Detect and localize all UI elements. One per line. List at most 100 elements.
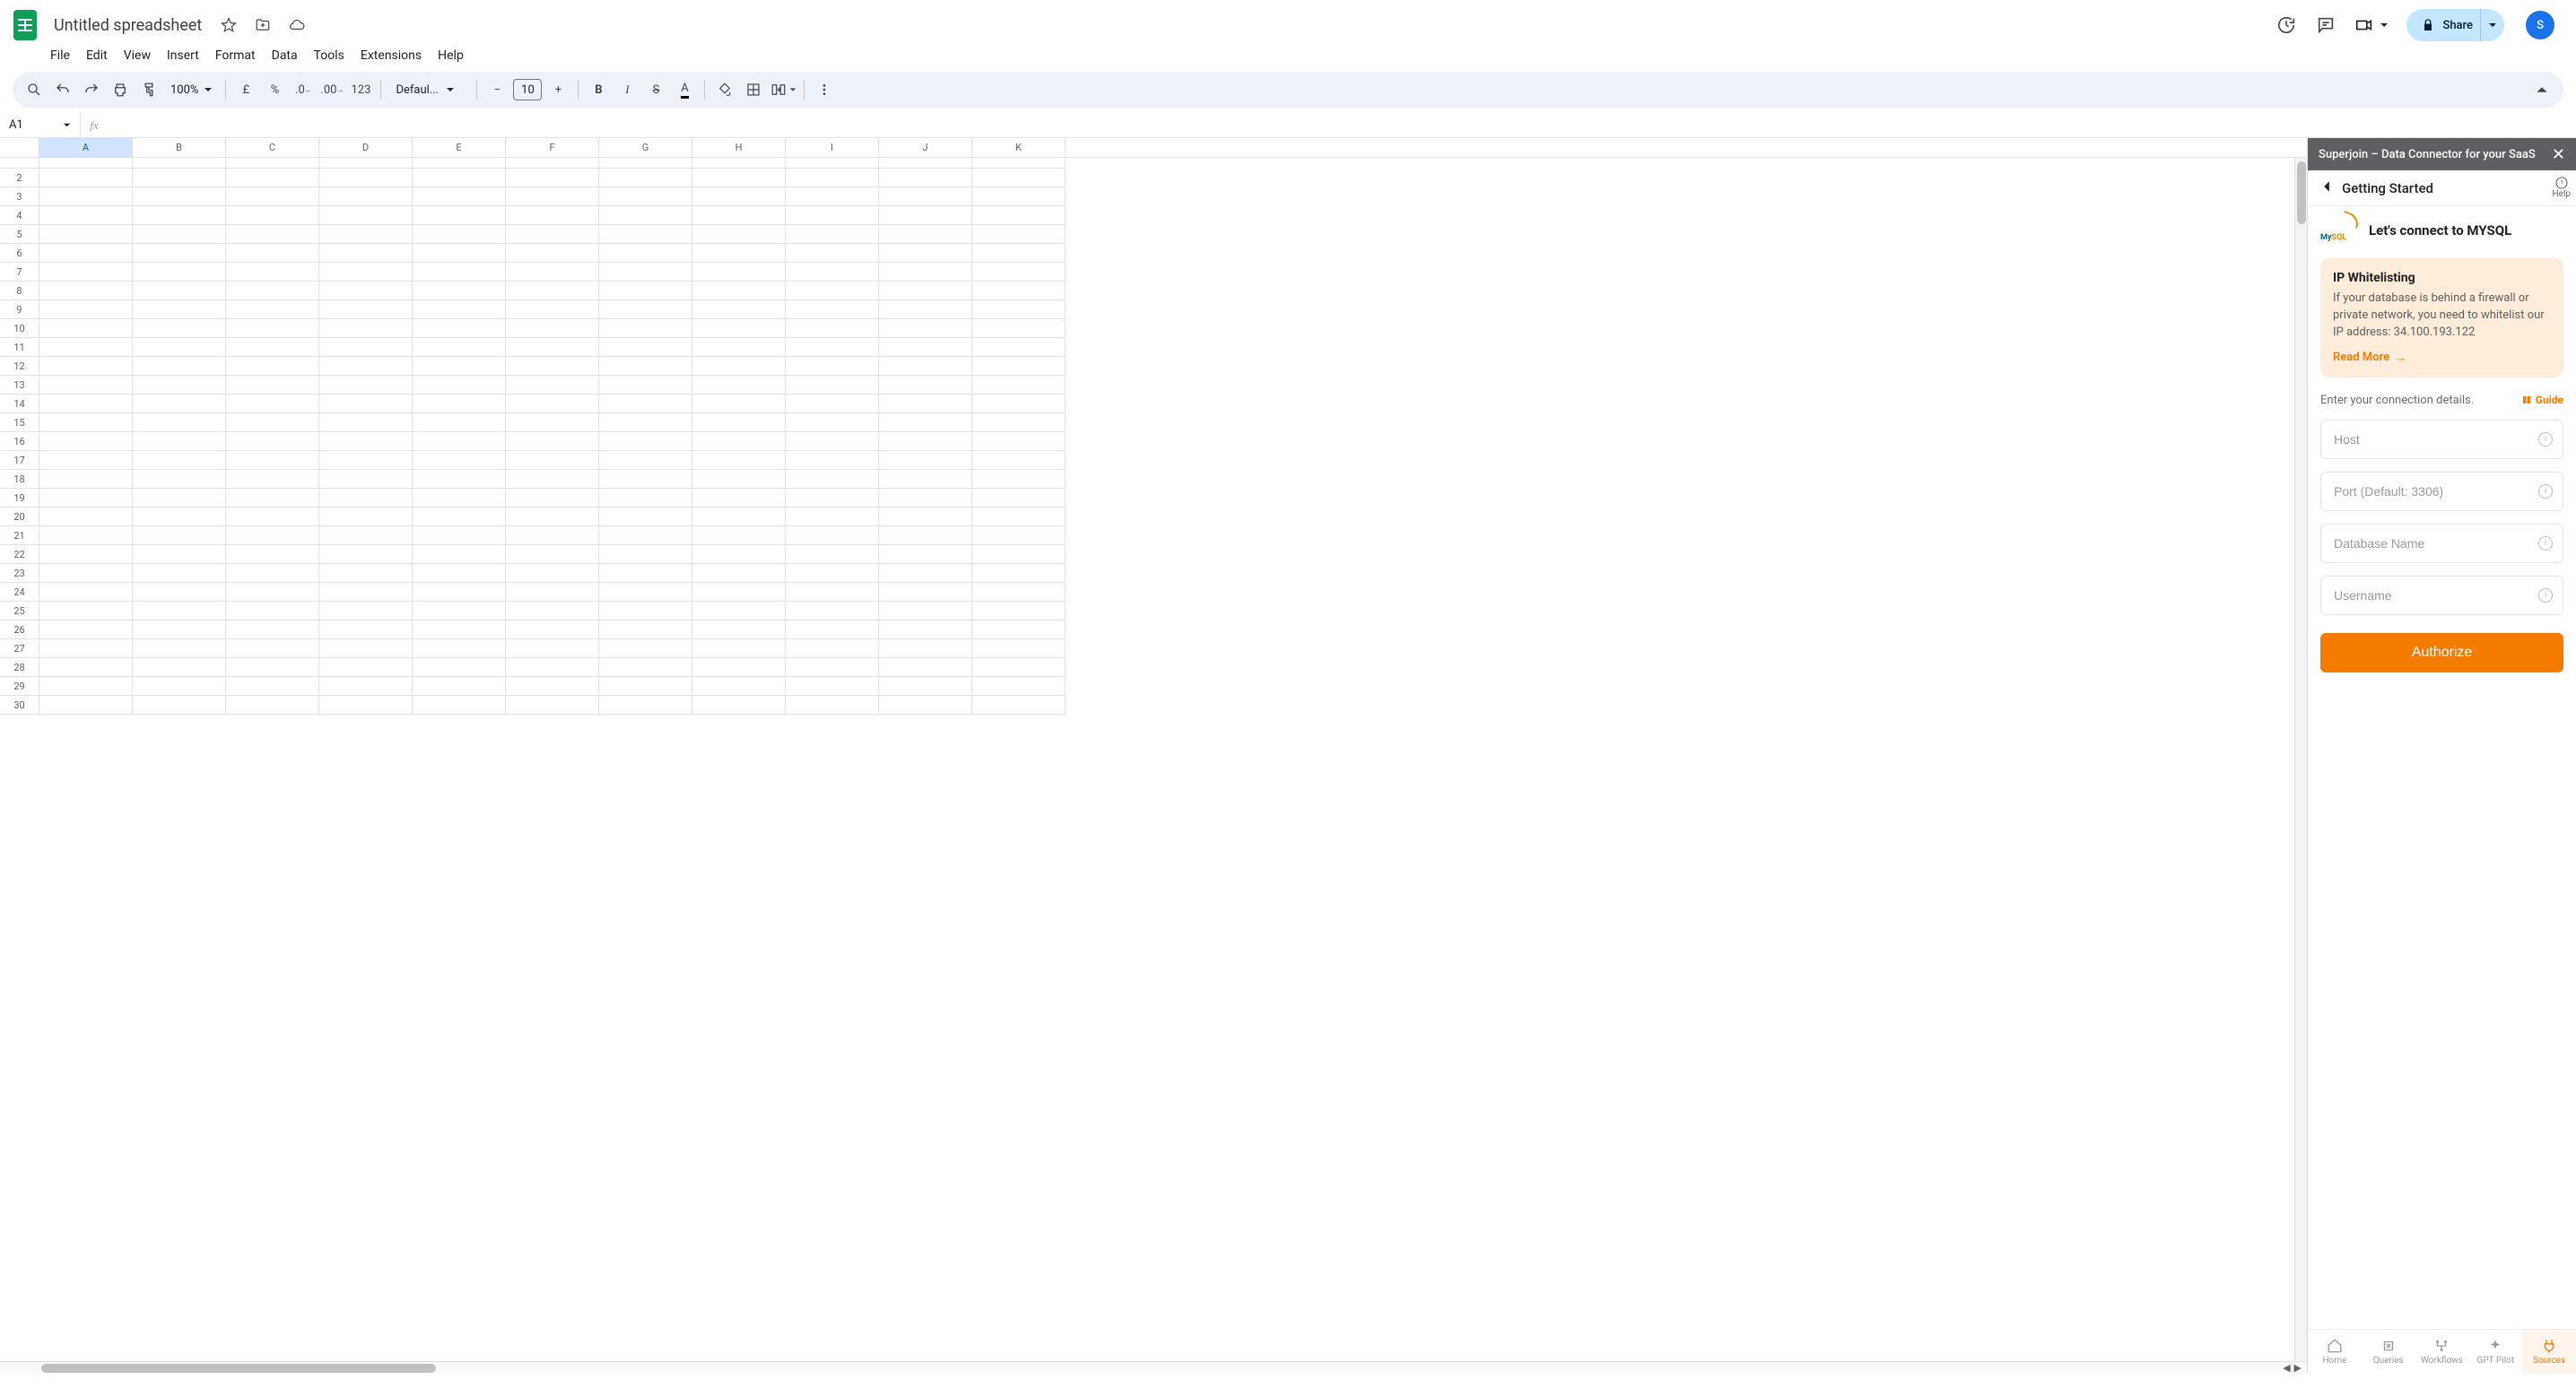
cell-C22[interactable] [226, 545, 319, 564]
cell-F27[interactable] [506, 639, 599, 658]
cell-F13[interactable] [506, 376, 599, 395]
cell-K6[interactable] [972, 244, 1066, 263]
read-more-link[interactable]: Read More → [2333, 351, 2406, 365]
cell-B2[interactable] [133, 169, 226, 187]
cell-D4[interactable] [319, 206, 413, 225]
info-icon[interactable]: i [2538, 432, 2553, 447]
increase-decimal-button[interactable]: .00→ [319, 77, 344, 102]
horizontal-scrollbar[interactable]: ◀▶ [0, 1361, 2307, 1374]
port-input[interactable] [2320, 472, 2563, 511]
cell-J4[interactable] [879, 206, 972, 225]
cell-G23[interactable] [599, 564, 692, 583]
cell-A2[interactable] [39, 169, 133, 187]
cell-J5[interactable] [879, 225, 972, 244]
cell-K4[interactable] [972, 206, 1066, 225]
cell-F28[interactable] [506, 658, 599, 677]
cell-I5[interactable] [786, 225, 879, 244]
more-formats-button[interactable]: 123 [348, 77, 373, 102]
cell-E27[interactable] [413, 639, 506, 658]
cell-D19[interactable] [319, 489, 413, 507]
cell-E6[interactable] [413, 244, 506, 263]
decrease-decimal-button[interactable]: .0← [291, 77, 316, 102]
cell-A4[interactable] [39, 206, 133, 225]
cell-I12[interactable] [786, 357, 879, 376]
cell-I2[interactable] [786, 169, 879, 187]
cell-J14[interactable] [879, 395, 972, 413]
cell-A10[interactable] [39, 319, 133, 338]
menu-format[interactable]: Format [208, 45, 263, 66]
cell-E26[interactable] [413, 620, 506, 639]
cell-G13[interactable] [599, 376, 692, 395]
back-button[interactable] [2320, 179, 2333, 196]
cell-B12[interactable] [133, 357, 226, 376]
cell-A30[interactable] [39, 696, 133, 715]
cell-I9[interactable] [786, 300, 879, 319]
cell-F6[interactable] [506, 244, 599, 263]
vertical-scrollbar[interactable] [2294, 158, 2307, 1374]
row-header-6[interactable]: 6 [0, 244, 39, 263]
cell-F2[interactable] [506, 169, 599, 187]
cell-G9[interactable] [599, 300, 692, 319]
cell-D20[interactable] [319, 507, 413, 526]
cell-A17[interactable] [39, 451, 133, 470]
cell-G24[interactable] [599, 583, 692, 602]
cell-G7[interactable] [599, 263, 692, 282]
cell-B24[interactable] [133, 583, 226, 602]
cell-H15[interactable] [692, 413, 786, 432]
col-header-B[interactable]: B [133, 138, 226, 157]
cell-I21[interactable] [786, 526, 879, 545]
doc-title[interactable]: Untitled spreadsheet [48, 14, 207, 37]
cell-I11[interactable] [786, 338, 879, 357]
username-input[interactable] [2320, 576, 2563, 615]
cell-B4[interactable] [133, 206, 226, 225]
nav-home[interactable]: Home [2308, 1330, 2362, 1374]
cell-H27[interactable] [692, 639, 786, 658]
cell-J24[interactable] [879, 583, 972, 602]
cell-I20[interactable] [786, 507, 879, 526]
cell-I26[interactable] [786, 620, 879, 639]
cell-G21[interactable] [599, 526, 692, 545]
cell-D8[interactable] [319, 282, 413, 300]
cell-C28[interactable] [226, 658, 319, 677]
cell-E24[interactable] [413, 583, 506, 602]
cell-F16[interactable] [506, 432, 599, 451]
cell-G27[interactable] [599, 639, 692, 658]
cell-A13[interactable] [39, 376, 133, 395]
cell-K17[interactable] [972, 451, 1066, 470]
cell-I4[interactable] [786, 206, 879, 225]
menu-file[interactable]: File [43, 45, 77, 66]
scroll-right-icon[interactable]: ▶ [2294, 1362, 2302, 1374]
cell-H11[interactable] [692, 338, 786, 357]
cell-H14[interactable] [692, 395, 786, 413]
cell-A14[interactable] [39, 395, 133, 413]
cell-H3[interactable] [692, 187, 786, 206]
merge-button[interactable] [770, 77, 796, 102]
row-header-15[interactable]: 15 [0, 413, 39, 432]
cell-D28[interactable] [319, 658, 413, 677]
row-header-27[interactable]: 27 [0, 639, 39, 658]
col-header-G[interactable]: G [599, 138, 692, 157]
cell-K12[interactable] [972, 357, 1066, 376]
cell-C12[interactable] [226, 357, 319, 376]
cell-B22[interactable] [133, 545, 226, 564]
increase-font-button[interactable]: + [545, 77, 570, 102]
cell-F29[interactable] [506, 677, 599, 696]
cell-B21[interactable] [133, 526, 226, 545]
cell-G8[interactable] [599, 282, 692, 300]
cell-B14[interactable] [133, 395, 226, 413]
cell-K11[interactable] [972, 338, 1066, 357]
cell-B18[interactable] [133, 470, 226, 489]
cell-H5[interactable] [692, 225, 786, 244]
cell-B26[interactable] [133, 620, 226, 639]
host-input[interactable] [2320, 420, 2563, 459]
cell-I19[interactable] [786, 489, 879, 507]
percent-format-button[interactable]: % [262, 77, 287, 102]
menu-edit[interactable]: Edit [79, 45, 115, 66]
row-header-9[interactable]: 9 [0, 300, 39, 319]
cell-A23[interactable] [39, 564, 133, 583]
cell-I17[interactable] [786, 451, 879, 470]
nav-queries[interactable]: Queries [2362, 1330, 2415, 1374]
name-box[interactable]: A1 [0, 113, 81, 137]
cell-B28[interactable] [133, 658, 226, 677]
cell-G4[interactable] [599, 206, 692, 225]
